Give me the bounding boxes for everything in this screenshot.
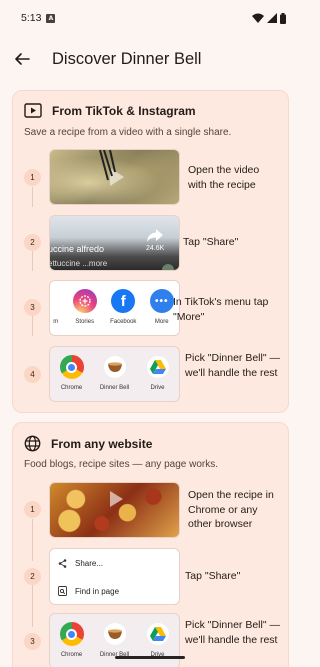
- app-row: Chrome Dinner Bell Drive: [50, 614, 179, 667]
- status-bar: 5:13 A: [0, 0, 300, 36]
- avatar: [162, 264, 174, 270]
- menu-item-label: Share...: [75, 558, 104, 568]
- app-target: Chrome: [54, 355, 90, 391]
- app-target[interactable]: Dinner Bell: [97, 622, 133, 658]
- share-target-label: Facebook: [110, 319, 137, 325]
- app-bar: Discover Dinner Bell: [0, 36, 300, 82]
- step-number: 2: [24, 234, 41, 251]
- app-row: Chrome Dinner Bell Drive: [50, 347, 179, 401]
- facebook-icon: f: [111, 289, 136, 313]
- step-text: Open the recipe in Chrome or any other b…: [188, 489, 274, 530]
- section-social-card: From TikTok & Instagram Save a recipe fr…: [12, 90, 289, 413]
- arrow-back-icon: [15, 53, 30, 65]
- share-target-label: m: [53, 319, 59, 325]
- chrome-icon: [59, 622, 84, 646]
- section-web-header: From any website: [24, 435, 152, 452]
- share-target-label: More: [154, 319, 169, 325]
- globe-icon: [24, 435, 41, 452]
- step-connector: [32, 187, 33, 207]
- step-connector: [32, 585, 33, 627]
- step-connector: [32, 519, 33, 561]
- video-caption-title: uccine alfredo: [49, 244, 105, 254]
- chrome-icon: [59, 355, 84, 379]
- share-target: Stories: [68, 289, 103, 325]
- status-icons: [252, 12, 286, 24]
- step-text: Tap "Share": [185, 570, 241, 582]
- app-target[interactable]: Dinner Bell: [97, 355, 133, 391]
- browser-menu-preview: Share... Find in page: [49, 548, 180, 605]
- dinner-bell-icon: [102, 355, 127, 379]
- step-number: 1: [24, 169, 41, 186]
- share-count: 24.6K: [146, 245, 165, 252]
- section-social-title: From TikTok & Instagram: [52, 103, 196, 118]
- menu-item-share[interactable]: Share...: [50, 549, 179, 577]
- video-frame-icon: [24, 103, 42, 118]
- step-text: Open the video with the recipe: [188, 164, 260, 191]
- step-connector: [32, 316, 33, 336]
- notification-badge: A: [46, 13, 56, 23]
- step-text: Pick "Dinner Bell" — we'll handle the re…: [185, 619, 280, 646]
- video-thumbnail: uccine alfredo ettuccine ...more 24.6K: [49, 215, 180, 271]
- step-number: 3: [24, 299, 41, 316]
- section-web-title: From any website: [51, 436, 153, 451]
- share-target: f Facebook: [106, 289, 141, 325]
- app-label: Dinner Bell: [99, 385, 130, 391]
- video-caption-desc: ettuccine ...more: [49, 259, 108, 268]
- recipe-photo-thumbnail: [49, 482, 180, 538]
- menu-item-find[interactable]: Find in page: [50, 577, 179, 604]
- app-target: Drive: [140, 355, 176, 391]
- app-target: Drive: [140, 622, 176, 658]
- step-text: Tap "Share": [183, 236, 239, 248]
- app-chooser-preview: Chrome Dinner Bell Drive: [49, 346, 180, 402]
- app-label: Drive: [150, 385, 165, 391]
- gesture-nav-handle[interactable]: [115, 656, 185, 659]
- step-text: Pick "Dinner Bell" — we'll handle the re…: [185, 352, 280, 379]
- signal-icon: [267, 13, 277, 23]
- section-web-card: From any website Food blogs, recipe site…: [12, 422, 289, 667]
- step-text: In TikTok's menu tap "More": [173, 296, 269, 323]
- page-title: Discover Dinner Bell: [52, 49, 202, 68]
- dinner-bell-icon: [102, 622, 127, 646]
- menu-item-label: Find in page: [75, 586, 120, 596]
- video-thumbnail: [49, 149, 180, 205]
- drive-icon: [145, 622, 170, 646]
- share-arrow-icon: [147, 229, 163, 242]
- share-icon: [58, 558, 67, 568]
- status-time: 5:13: [21, 12, 42, 24]
- section-social-subtitle: Save a recipe from a video with a single…: [24, 127, 232, 138]
- back-button[interactable]: [2, 39, 42, 79]
- section-social-header: From TikTok & Instagram: [24, 103, 196, 118]
- app-target: Chrome: [54, 622, 90, 658]
- battery-icon: [280, 12, 286, 24]
- step-number: 4: [24, 366, 41, 383]
- find-in-page-icon: [58, 586, 67, 596]
- whisk-icon: [99, 150, 116, 181]
- stories-icon: [72, 289, 97, 313]
- step-number: 2: [24, 568, 41, 585]
- step-number: 1: [24, 501, 41, 518]
- share-target-label: Stories: [75, 319, 95, 325]
- share-sheet-preview: m Stories f Facebook ••• More: [49, 280, 180, 336]
- share-target-row: m Stories f Facebook ••• More: [50, 281, 179, 335]
- wifi-icon: [252, 13, 264, 23]
- section-web-subtitle: Food blogs, recipe sites — any page work…: [24, 459, 218, 470]
- play-icon: [109, 491, 123, 508]
- step-number: 3: [24, 633, 41, 650]
- more-dots-icon: •••: [149, 289, 174, 313]
- step-connector: [32, 251, 33, 271]
- app-label: Chrome: [60, 652, 83, 658]
- app-label: Chrome: [60, 385, 83, 391]
- share-target: m: [50, 289, 62, 325]
- drive-icon: [145, 355, 170, 379]
